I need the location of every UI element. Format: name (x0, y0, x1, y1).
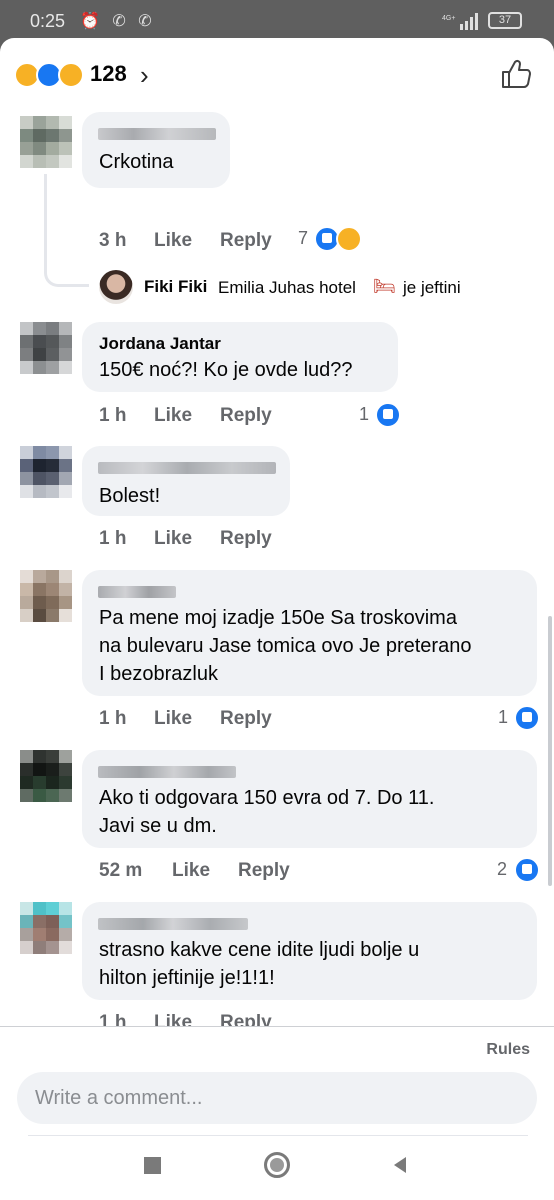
reaction-count[interactable]: 7 (298, 228, 308, 249)
battery-icon: 37 (488, 12, 522, 29)
comment-time: 1 h (99, 1012, 127, 1026)
avatar[interactable] (20, 116, 72, 168)
bed-emoji: 🛏 (373, 276, 396, 296)
comment-text: Crkotina (99, 151, 174, 173)
comment-time: 52 m (99, 860, 143, 881)
comment-time: 1 h (99, 708, 127, 729)
battery-level: 37 (498, 14, 512, 26)
like-button[interactable]: Like (154, 405, 192, 427)
comment-bubble[interactable]: Crkotina (82, 112, 230, 188)
recents-button[interactable] (132, 1145, 172, 1185)
comment-text-line: na bulevaru Jase tomica ovo Je preterano (99, 635, 472, 657)
status-time: 0:25 (30, 11, 66, 31)
blurred-author-name (98, 766, 236, 778)
comment-bubble[interactable]: Ako ti odgovara 150 evra od 7. Do 11. Ja… (82, 750, 537, 848)
comment-bubble[interactable]: Pa mene moj izadje 150e Sa troskovima na… (82, 570, 537, 696)
comment-author-name[interactable]: Jordana Jantar (99, 334, 221, 354)
reaction-count[interactable]: 2 (497, 859, 507, 880)
comments-list: Crkotina 3 h Like Reply 7 Fiki Fiki Emil… (0, 106, 554, 1026)
reply-avatar[interactable] (99, 270, 133, 304)
comment-time: 1 h (99, 405, 127, 426)
square-icon (143, 1156, 161, 1174)
reply-preview-text: Emilia Juhas hotel (218, 278, 356, 297)
reaction-icons (14, 62, 84, 88)
reply-preview-text-end: je jeftini (403, 278, 461, 297)
comment-input[interactable] (17, 1072, 537, 1124)
signal-icon: 4G+ (442, 13, 478, 30)
chevron-right-icon[interactable]: › (140, 60, 149, 91)
blurred-author-name (98, 462, 276, 474)
network-type-label: 4G+ (442, 15, 455, 22)
comment-text-line: Pa mene moj izadje 150e Sa troskovima (99, 607, 457, 629)
comment-text-line: hilton jeftinije je!1!1! (99, 967, 275, 989)
comment-composer: Rules (0, 1026, 554, 1200)
reply-author-name[interactable]: Fiki Fiki (144, 277, 207, 297)
reaction-count[interactable]: 1 (498, 707, 508, 728)
blurred-author-name (98, 918, 248, 930)
reaction-count[interactable]: 1 (359, 404, 369, 425)
reply-button[interactable]: Reply (220, 230, 272, 252)
comment-text-line: I bezobrazluk (99, 663, 218, 685)
like-reaction-icon (514, 857, 540, 883)
comment-bubble[interactable]: Bolest! (82, 446, 290, 516)
comment-bubble[interactable]: Jordana Jantar 150€ noć?! Ko je ovde lud… (82, 322, 398, 392)
sad-reaction-icon (58, 62, 84, 88)
reply-button[interactable]: Reply (220, 1012, 272, 1026)
like-button[interactable]: Like (154, 1012, 192, 1026)
comment-text: 150€ noć?! Ko je ovde lud?? (99, 359, 353, 381)
divider (28, 1135, 528, 1136)
comment-text-line: strasno kakve cene idite ljudi bolje u (99, 939, 420, 961)
like-reaction-icon (514, 705, 540, 731)
like-reaction-icon (375, 402, 401, 428)
reactions-header[interactable]: 128 › (0, 38, 554, 106)
comment-text-line: Javi se u dm. (99, 815, 217, 837)
status-bar: 0:25 ⏰ ✆ ✆ 4G+ 37 (0, 0, 554, 40)
blurred-author-name (98, 586, 176, 598)
comments-sheet: 128 › Crkotina 3 h Like Reply 7 Fiki Fik… (0, 38, 554, 1200)
back-triangle-icon (394, 1157, 406, 1173)
like-button[interactable]: Like (172, 860, 210, 882)
reply-button[interactable]: Reply (238, 860, 290, 882)
scrollbar[interactable] (548, 616, 552, 886)
home-button[interactable] (257, 1145, 297, 1185)
avatar[interactable] (20, 446, 72, 498)
comment-text-line: Ako ti odgovara 150 evra od 7. Do 11. (99, 787, 435, 809)
like-button[interactable]: Like (154, 708, 192, 730)
avatar[interactable] (20, 322, 72, 374)
circle-icon (264, 1152, 290, 1178)
reply-thread-line (44, 174, 89, 287)
notification-icons: ⏰ ✆ ✆ (80, 13, 156, 30)
rules-link[interactable]: Rules (486, 1041, 530, 1059)
like-button[interactable]: Like (154, 230, 192, 252)
comment-time: 1 h (99, 528, 127, 549)
avatar[interactable] (20, 750, 72, 802)
back-button[interactable] (380, 1145, 420, 1185)
blurred-author-name (98, 128, 216, 140)
comment-bubble[interactable]: strasno kakve cene idite ljudi bolje u h… (82, 902, 537, 1000)
like-button[interactable]: Like (154, 528, 192, 550)
avatar[interactable] (20, 902, 72, 954)
reply-button[interactable]: Reply (220, 528, 272, 550)
reply-button[interactable]: Reply (220, 405, 272, 427)
avatar[interactable] (20, 570, 72, 622)
like-outline-icon[interactable] (500, 58, 532, 90)
reaction-count: 128 (90, 61, 127, 86)
reply-button[interactable]: Reply (220, 708, 272, 730)
comment-text: Bolest! (99, 485, 161, 507)
haha-reaction-icon (336, 226, 362, 252)
comment-time: 3 h (99, 230, 127, 251)
